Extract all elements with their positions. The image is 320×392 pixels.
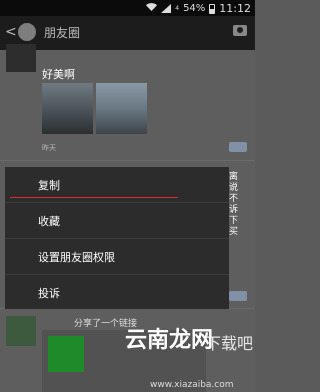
avatar[interactable]	[6, 316, 36, 346]
watermark-sub-text: 下载吧	[205, 334, 254, 353]
comment-button[interactable]	[229, 291, 247, 301]
link-thumbnail	[48, 336, 84, 372]
menu-item-permissions[interactable]: 设置朋友圈权限	[5, 239, 229, 274]
menu-item-label: 复制	[38, 179, 60, 192]
menu-item-report[interactable]: 投诉	[5, 275, 229, 310]
post-time: 昨天	[42, 144, 56, 152]
signal-icon	[161, 4, 172, 13]
post-text-fragment: 离 说 不 诉 下 买	[229, 172, 239, 237]
page-title: 朋友圈	[44, 26, 81, 40]
watermark-url: www.xiazaiba.com	[150, 380, 234, 390]
wechat-logo-icon	[18, 23, 36, 41]
status-icons: 4 54% 11:12	[146, 2, 251, 15]
battery-percent: 54%	[183, 3, 206, 14]
battery-icon	[209, 3, 216, 14]
clock-time: 11:12	[219, 2, 251, 15]
menu-item-label: 投诉	[38, 287, 60, 300]
divider	[0, 160, 255, 161]
context-menu: 复制 收藏 设置朋友圈权限 投诉	[5, 167, 229, 309]
menu-item-label: 收藏	[38, 215, 60, 228]
camera-icon[interactable]	[233, 25, 247, 36]
comment-button[interactable]	[229, 142, 247, 152]
watermark-logo-text: 云南龙网	[125, 328, 214, 353]
back-button[interactable]: <	[5, 24, 17, 40]
menu-item-label: 设置朋友圈权限	[38, 251, 115, 264]
title-bar: < 朋友圈	[0, 16, 255, 50]
menu-item-underline	[10, 197, 178, 198]
signal-label: 4	[175, 5, 180, 12]
avatar[interactable]	[6, 44, 36, 72]
wifi-icon	[146, 2, 158, 15]
post-text: 好美啊	[42, 68, 75, 81]
menu-item-favorite[interactable]: 收藏	[5, 203, 229, 238]
status-bar: 4 54% 11:12	[0, 0, 255, 16]
post-photo[interactable]	[42, 83, 93, 134]
post-photo[interactable]	[96, 83, 147, 134]
